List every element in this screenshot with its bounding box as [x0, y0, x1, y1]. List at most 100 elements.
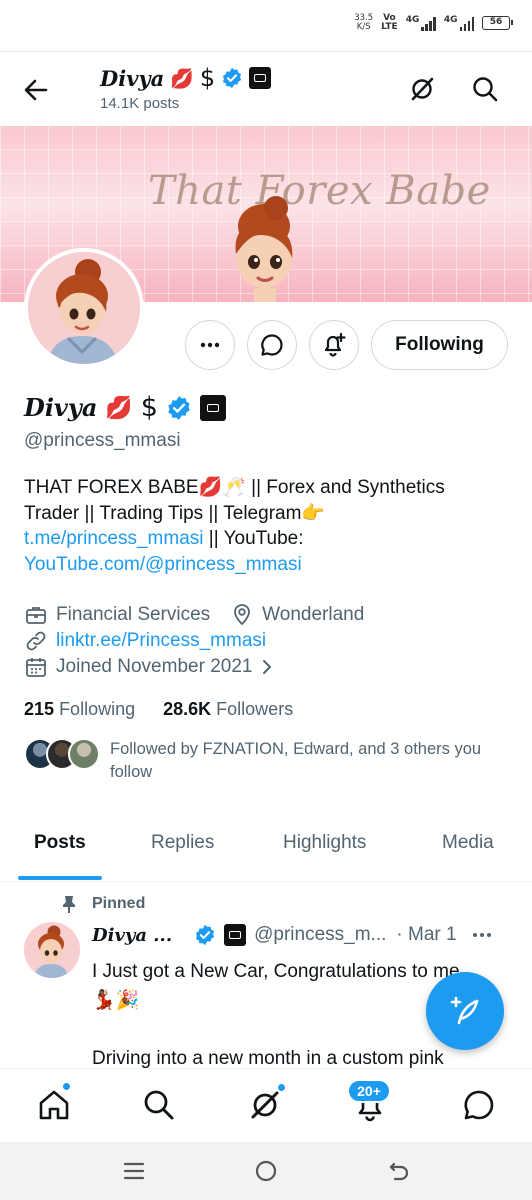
home-icon — [39, 1090, 69, 1120]
post-text-line3: Driving into a new month in a custom pin… — [92, 1048, 444, 1068]
system-navigation-bar — [0, 1142, 532, 1200]
pinned-label-row: Pinned — [60, 894, 145, 914]
profile-location: Wonderland — [262, 604, 365, 625]
square-badge-icon — [249, 67, 272, 89]
following-count-link[interactable]: 215 Following — [24, 699, 135, 720]
followers-count: 28.6K — [163, 699, 212, 719]
post-avatar[interactable] — [24, 922, 80, 978]
feather-icon — [450, 996, 479, 1025]
link-icon — [26, 631, 46, 651]
chevron-right-icon — [263, 660, 272, 674]
calendar-icon — [26, 658, 46, 677]
network-type-1: 4G — [405, 15, 420, 25]
profile-meta-line1: Financial Services Wonderland — [24, 603, 364, 627]
header-lips-emoji: 💋 — [170, 67, 194, 90]
grok-icon — [411, 77, 434, 101]
post-author-name[interactable]: Divya ... — [92, 925, 172, 946]
notify-button[interactable] — [309, 320, 359, 370]
volte-lte: LTE — [381, 22, 398, 32]
posts-count: 14.1K posts — [100, 95, 180, 112]
tab-replies[interactable]: Replies — [151, 832, 214, 854]
more-options-button[interactable] — [185, 320, 235, 370]
post-more-icon[interactable] — [471, 924, 493, 946]
following-count: 215 — [24, 699, 55, 719]
profile-lips-emoji: 💋 — [105, 394, 133, 421]
message-button[interactable] — [247, 320, 297, 370]
followers-count-link[interactable]: 28.6K Followers — [163, 699, 293, 720]
followed-by-avatars[interactable] — [24, 738, 100, 772]
mutual-avatar — [68, 738, 100, 770]
bell-plus-icon — [324, 332, 346, 357]
notifications-badge: 20+ — [347, 1079, 391, 1103]
back-system-icon — [389, 1162, 409, 1181]
verified-icon[interactable] — [166, 395, 192, 421]
profile-bio: THAT FOREX BABE💋🥂 || Forex and Synthetic… — [24, 475, 504, 577]
status-bar: 33.5 K/S Vo LTE 4G 4G 56 — [0, 0, 532, 52]
home-system-button[interactable] — [253, 1158, 279, 1184]
search-icon — [144, 1090, 174, 1120]
pin-icon — [63, 896, 75, 913]
followed-by-text[interactable]: Followed by FZNATION, Edward, and 3 othe… — [110, 738, 510, 784]
followers-count-label: Followers — [216, 699, 294, 719]
battery-level: 56 — [489, 17, 503, 27]
tab-posts[interactable]: Posts — [34, 832, 86, 854]
signal-1: 4G — [406, 15, 436, 31]
compose-post-button[interactable] — [426, 972, 504, 1050]
active-tab-indicator — [18, 876, 102, 880]
profile-tabs: Posts Replies Highlights Media — [0, 808, 532, 882]
message-icon — [261, 334, 283, 356]
following-button[interactable]: Following — [371, 320, 508, 370]
circle-home-icon — [255, 1160, 277, 1182]
following-count-label: Following — [59, 699, 136, 719]
nav-search[interactable] — [141, 1087, 177, 1123]
nav-grok[interactable] — [247, 1083, 286, 1123]
back-system-button[interactable] — [386, 1158, 412, 1184]
recents-button[interactable] — [121, 1158, 147, 1184]
bio-youtube-link[interactable]: YouTube.com/@princess_mmasi — [24, 554, 302, 575]
more-icon — [200, 342, 220, 348]
profile-website-link[interactable]: linktr.ee/Princess_mmasi — [56, 630, 266, 652]
post-date: · Mar 1 — [396, 924, 457, 945]
briefcase-icon — [26, 607, 46, 624]
speed-unit: K/S — [356, 22, 371, 32]
signal-bars-icon — [421, 17, 436, 31]
bottom-navigation: 20+ — [0, 1068, 532, 1142]
grok-unread-dot — [277, 1083, 286, 1092]
bio-text: THAT FOREX BABE💋🥂 || Forex and Synthetic… — [24, 477, 445, 524]
grok-button[interactable] — [407, 74, 437, 104]
signal-2: 4G — [444, 15, 474, 31]
header-name-text: Divya — [100, 65, 165, 91]
profile-name-text: Divya — [24, 393, 98, 422]
profile-handle: @princess_mmasi — [24, 430, 181, 451]
network-type-2: 4G — [443, 15, 458, 25]
verified-icon — [196, 924, 215, 946]
profile-header-bar: Divya 💋 $ 14.1K posts — [0, 52, 532, 126]
bio-youtube-label: || YouTube: — [203, 528, 304, 549]
tab-media[interactable]: Media — [442, 832, 494, 854]
recents-icon — [123, 1162, 145, 1180]
search-icon — [473, 77, 498, 102]
tab-highlights[interactable]: Highlights — [283, 832, 366, 854]
banner-text: That Forex Babe — [148, 168, 491, 214]
network-speed: 33.5 K/S — [354, 14, 373, 32]
post-header: Divya ... @princess_m... · Mar 1 — [92, 924, 512, 946]
square-badge-icon — [224, 924, 247, 946]
grok-icon — [251, 1091, 279, 1119]
square-badge-icon[interactable] — [199, 394, 226, 421]
back-button[interactable] — [20, 74, 52, 106]
home-unread-dot — [62, 1082, 71, 1091]
header-dollar: $ — [199, 64, 216, 92]
signal-bars-icon — [459, 17, 474, 31]
nav-messages[interactable] — [461, 1087, 497, 1123]
chat-icon — [464, 1090, 494, 1120]
profile-category: Financial Services — [56, 604, 211, 625]
profile-dollar: $ — [140, 392, 158, 423]
profile-joined[interactable]: Joined November 2021 — [24, 655, 274, 679]
nav-home[interactable] — [36, 1082, 72, 1123]
post-author-handle: @princess_m... — [254, 924, 387, 945]
search-button[interactable] — [470, 74, 500, 104]
volte-indicator: Vo LTE — [381, 14, 398, 32]
profile-avatar[interactable] — [24, 248, 144, 368]
bio-telegram-link[interactable]: t.me/princess_mmasi — [24, 528, 204, 549]
pinned-label: Pinned — [92, 895, 146, 912]
